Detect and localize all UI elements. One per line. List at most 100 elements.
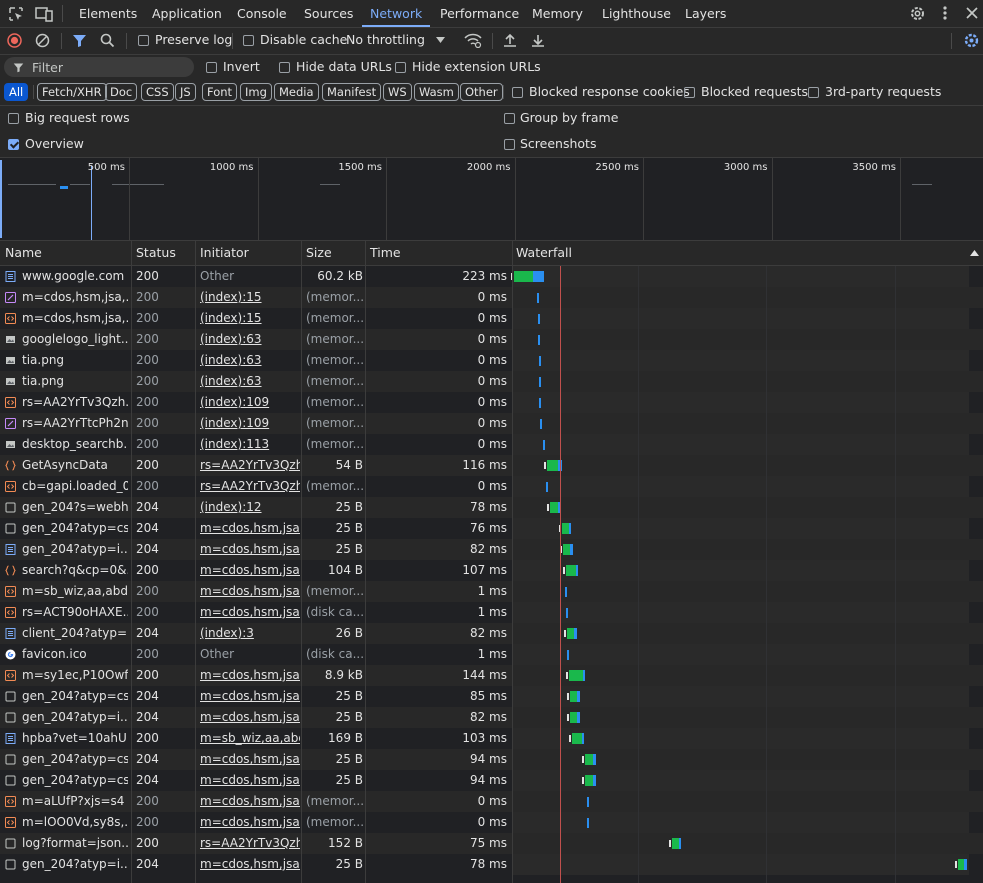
request-initiator[interactable]: m=cdos,hsm,jsa,m bbox=[200, 791, 300, 812]
request-initiator[interactable]: m=cdos,hsm,jsa,m bbox=[200, 518, 300, 539]
inspect-element-icon[interactable] bbox=[8, 6, 24, 22]
type-filter-media[interactable]: Media bbox=[274, 83, 319, 101]
screenshots-checkbox[interactable] bbox=[504, 139, 515, 150]
blocked-requests-checkbox[interactable] bbox=[684, 87, 695, 98]
request-initiator[interactable]: (index):12 bbox=[200, 497, 300, 518]
type-filter-font[interactable]: Font bbox=[202, 83, 238, 101]
settings-gear-icon[interactable] bbox=[909, 5, 926, 22]
request-initiator[interactable]: rs=AA2YrTv3Qzh6J bbox=[200, 476, 300, 497]
tab-application[interactable]: Application bbox=[152, 0, 222, 27]
table-row[interactable]: GetAsyncData 200 rs=AA2YrTv3Qzh6J 54 B 116 m… bbox=[0, 455, 983, 476]
table-row[interactable]: gen_204?atyp=cs... 204 m=cdos,hsm,jsa,m 25 … bbox=[0, 770, 983, 791]
column-status[interactable]: Status bbox=[136, 241, 176, 265]
request-initiator[interactable]: (index):109 bbox=[200, 392, 300, 413]
type-filter-fetch-xhr[interactable]: Fetch/XHR bbox=[37, 83, 107, 101]
request-initiator[interactable]: m=cdos,hsm,jsa,m bbox=[200, 602, 300, 623]
third-party-requests-checkbox[interactable] bbox=[808, 87, 819, 98]
hide-data-urls-checkbox[interactable] bbox=[279, 62, 290, 73]
type-filter-wasm[interactable]: Wasm bbox=[414, 83, 459, 101]
table-row[interactable]: gen_204?atyp=cs... 204 m=cdos,hsm,jsa,m 25 … bbox=[0, 686, 983, 707]
search-icon[interactable] bbox=[100, 33, 115, 48]
table-row[interactable]: gen_204?atyp=i... 204 m=cdos,hsm,jsa,m 25 B… bbox=[0, 707, 983, 728]
overview-checkbox[interactable] bbox=[8, 139, 19, 150]
request-initiator[interactable]: (index):113 bbox=[200, 434, 300, 455]
request-initiator[interactable]: m=cdos,hsm,jsa,m bbox=[200, 707, 300, 728]
tab-network[interactable]: Network bbox=[361, 0, 431, 27]
request-initiator[interactable]: rs=AA2YrTv3Qzh6J bbox=[200, 455, 300, 476]
tab-sources[interactable]: Sources bbox=[304, 0, 353, 27]
stop-recording-icon[interactable] bbox=[7, 33, 22, 48]
sort-ascending-icon[interactable] bbox=[970, 250, 979, 256]
column-waterfall[interactable]: Waterfall bbox=[516, 241, 572, 265]
table-row[interactable]: client_204?atyp=i... 204 (index):3 26 B 82 m… bbox=[0, 623, 983, 644]
tab-console[interactable]: Console bbox=[237, 0, 287, 27]
request-initiator[interactable]: m=cdos,hsm,jsa,m bbox=[200, 749, 300, 770]
table-row[interactable]: gen_204?atyp=cs... 204 m=cdos,hsm,jsa,m 25 … bbox=[0, 518, 983, 539]
request-initiator[interactable]: m=cdos,hsm,jsa,m bbox=[200, 581, 300, 602]
table-row[interactable]: rs=AA2YrTv3Qzh... 200 (index):109 (memor...… bbox=[0, 392, 983, 413]
tab-performance[interactable]: Performance bbox=[440, 0, 519, 27]
group-by-frame-checkbox[interactable] bbox=[504, 113, 515, 124]
request-initiator[interactable]: (index):109 bbox=[200, 413, 300, 434]
table-row[interactable]: tia.png 200 (index):63 (memor... 0 ms bbox=[0, 371, 983, 392]
table-row[interactable]: favicon.ico 200 Other (disk ca... 1 ms bbox=[0, 644, 983, 665]
request-initiator[interactable]: m=cdos,hsm,jsa,m bbox=[200, 539, 300, 560]
type-filter-css[interactable]: CSS bbox=[141, 83, 174, 101]
type-filter-other[interactable]: Other bbox=[460, 83, 503, 101]
table-row[interactable]: gen_204?atyp=i... 204 m=cdos,hsm,jsa,m 25 B… bbox=[0, 854, 983, 875]
request-initiator[interactable]: (index):63 bbox=[200, 350, 300, 371]
preserve-log-checkbox[interactable] bbox=[138, 35, 149, 46]
tab-layers[interactable]: Layers bbox=[685, 0, 726, 27]
type-filter-all[interactable]: All bbox=[4, 83, 29, 101]
request-initiator[interactable]: m=cdos,hsm,jsa,m bbox=[200, 686, 300, 707]
table-row[interactable]: www.google.com 200 Other 60.2 kB 223 ms bbox=[0, 266, 983, 287]
overview-timeline[interactable]: 500 ms 1000 ms 1500 ms 2000 ms 2500 ms 3000 m… bbox=[0, 157, 983, 241]
column-name[interactable]: Name bbox=[5, 241, 42, 265]
column-time[interactable]: Time bbox=[370, 241, 401, 265]
request-initiator[interactable]: m=cdos,hsm,jsa,m bbox=[200, 812, 300, 833]
network-conditions-icon[interactable] bbox=[464, 33, 482, 48]
column-initiator[interactable]: Initiator bbox=[200, 241, 249, 265]
type-filter-ws[interactable]: WS bbox=[383, 83, 412, 101]
filter-funnel-icon[interactable] bbox=[72, 33, 87, 48]
throttling-select[interactable]: No throttling bbox=[346, 32, 425, 47]
request-initiator[interactable]: (index):3 bbox=[200, 623, 300, 644]
table-row[interactable]: m=sy1ec,P10Owf,... 200 m=cdos,hsm,jsa,m 8.9… bbox=[0, 665, 983, 686]
request-initiator[interactable]: (index):63 bbox=[200, 371, 300, 392]
request-initiator[interactable]: (index):63 bbox=[200, 329, 300, 350]
tab-elements[interactable]: Elements bbox=[79, 0, 137, 27]
network-settings-gear-icon[interactable] bbox=[963, 32, 980, 49]
table-row[interactable]: googlelogo_light... 200 (index):63 (memor..… bbox=[0, 329, 983, 350]
table-row[interactable]: gen_204?s=webh... 204 (index):12 25 B 78 ms bbox=[0, 497, 983, 518]
table-row[interactable]: desktop_searchb... 200 (index):113 (memor..… bbox=[0, 434, 983, 455]
table-row[interactable]: log?format=json... 200 rs=AA2YrTv3Qzh6J 152… bbox=[0, 833, 983, 854]
tab-lighthouse[interactable]: Lighthouse bbox=[602, 0, 671, 27]
request-initiator[interactable]: m=sb_wiz,aa,abd,s bbox=[200, 728, 300, 749]
clear-icon[interactable] bbox=[35, 33, 50, 48]
import-har-icon[interactable] bbox=[503, 33, 517, 48]
overview-window-handle[interactable] bbox=[0, 160, 3, 238]
table-row[interactable]: search?q&cp=0&... 200 m=cdos,hsm,jsa,m 104 … bbox=[0, 560, 983, 581]
request-initiator[interactable]: (index):15 bbox=[200, 287, 300, 308]
filter-input[interactable]: Filter bbox=[4, 57, 194, 77]
table-row[interactable]: gen_204?atyp=i... 204 m=cdos,hsm,jsa,m 25 B… bbox=[0, 539, 983, 560]
table-row[interactable]: m=cdos,hsm,jsa,... 200 (index):15 (memor...… bbox=[0, 287, 983, 308]
close-icon[interactable] bbox=[965, 6, 979, 20]
type-filter-manifest[interactable]: Manifest bbox=[322, 83, 382, 101]
type-filter-doc[interactable]: Doc bbox=[105, 83, 138, 101]
export-har-icon[interactable] bbox=[531, 33, 545, 48]
table-row[interactable]: tia.png 200 (index):63 (memor... 0 ms bbox=[0, 350, 983, 371]
request-initiator[interactable]: m=cdos,hsm,jsa,m bbox=[200, 854, 300, 875]
table-row[interactable]: m=lOO0Vd,sy8s,... 200 m=cdos,hsm,jsa,m (mem… bbox=[0, 812, 983, 833]
table-row[interactable]: m=sb_wiz,aa,abd,... 200 m=cdos,hsm,jsa,m (m… bbox=[0, 581, 983, 602]
tab-memory[interactable]: Memory bbox=[532, 0, 583, 27]
type-filter-js[interactable]: JS bbox=[175, 83, 196, 101]
blocked-response-cookies-checkbox[interactable] bbox=[512, 87, 523, 98]
table-row[interactable]: rs=ACT90oHAXE... 200 m=cdos,hsm,jsa,m (disk… bbox=[0, 602, 983, 623]
table-row[interactable]: m=cdos,hsm,jsa,... 200 (index):15 (memor...… bbox=[0, 308, 983, 329]
request-initiator[interactable]: (index):15 bbox=[200, 308, 300, 329]
table-row[interactable]: gen_204?atyp=cs... 204 m=cdos,hsm,jsa,m 25 … bbox=[0, 749, 983, 770]
device-toolbar-icon[interactable] bbox=[35, 6, 53, 22]
table-row[interactable]: cb=gapi.loaded_0 200 rs=AA2YrTv3Qzh6J (memo… bbox=[0, 476, 983, 497]
table-row[interactable]: hpba?vet=10ahU... 200 m=sb_wiz,aa,abd,s 169… bbox=[0, 728, 983, 749]
